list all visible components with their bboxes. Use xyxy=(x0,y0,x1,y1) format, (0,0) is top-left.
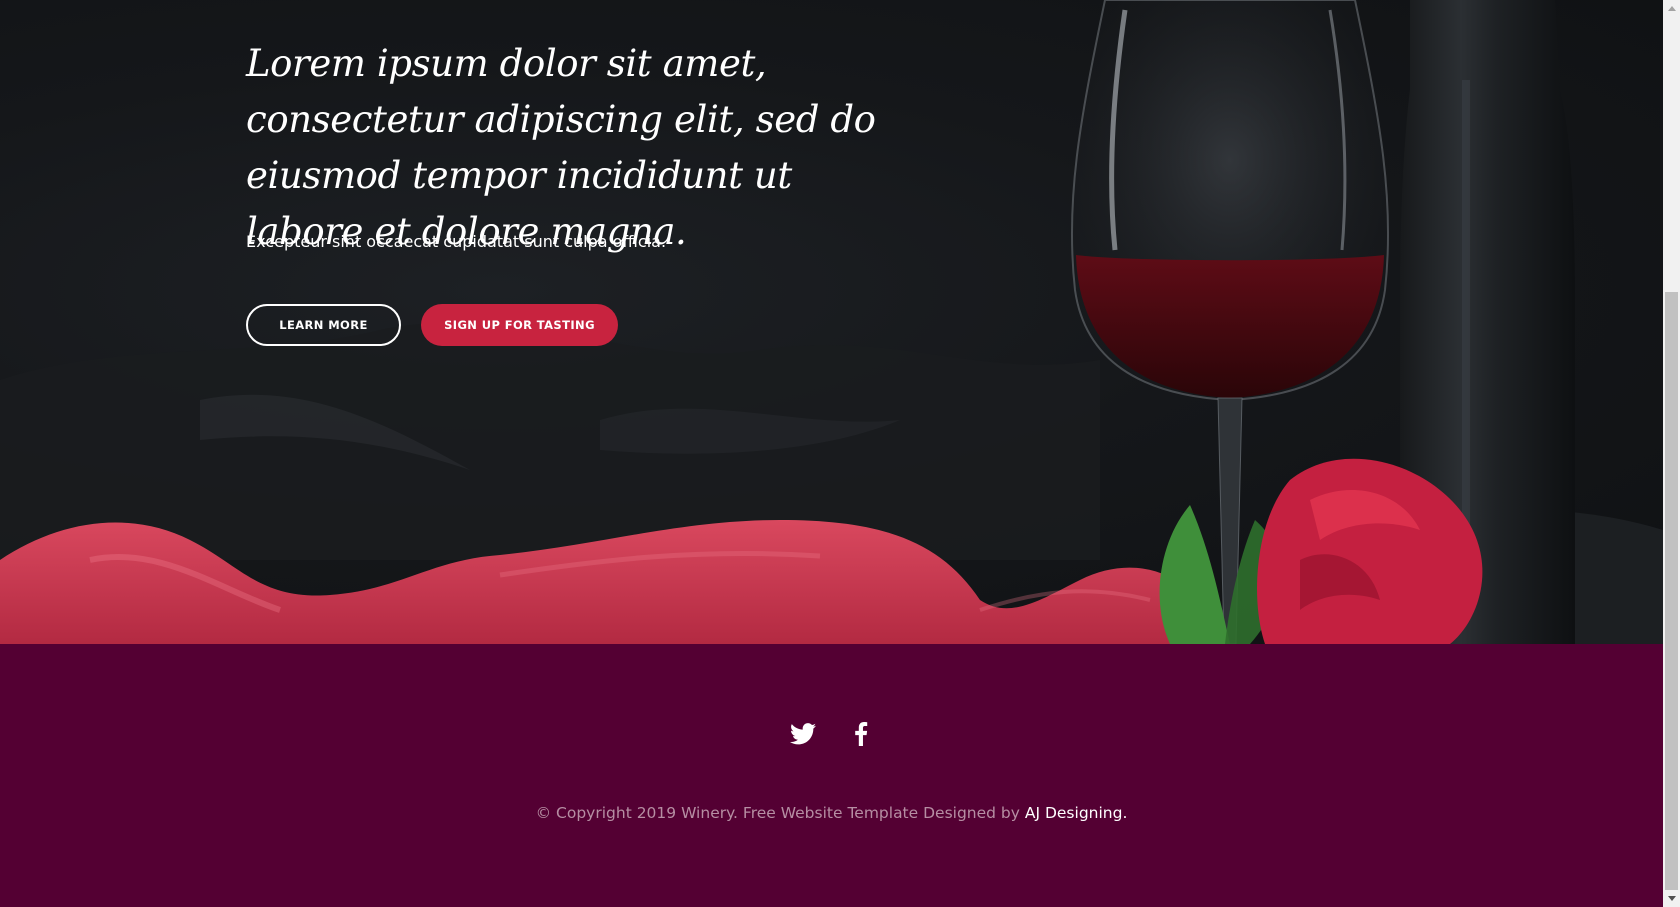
site-footer xyxy=(0,644,1663,907)
social-links xyxy=(0,720,1663,748)
twitter-icon[interactable] xyxy=(789,720,817,748)
hero-title: Lorem ipsum dolor sit amet, consectetur … xyxy=(246,42,876,253)
copyright-text: © Copyright 2019 Winery. Free Website Te… xyxy=(535,804,1025,822)
scrollbar-thumb[interactable] xyxy=(1665,292,1678,890)
scroll-up-arrow-icon[interactable] xyxy=(1663,0,1680,17)
designer-link[interactable]: AJ Designing. xyxy=(1025,804,1128,822)
vertical-scrollbar[interactable] xyxy=(1663,0,1680,907)
page-viewport: Lorem ipsum dolor sit amet, consectetur … xyxy=(0,0,1663,907)
signup-tasting-button[interactable]: SIGN UP FOR TASTING xyxy=(421,304,618,346)
hero-subtitle: Excepteur sint occaecat cupidatat sunt c… xyxy=(246,232,667,251)
learn-more-button[interactable]: LEARN MORE xyxy=(246,304,401,346)
copyright: © Copyright 2019 Winery. Free Website Te… xyxy=(0,804,1663,822)
scroll-down-arrow-icon[interactable] xyxy=(1663,890,1680,907)
facebook-icon[interactable] xyxy=(847,720,875,748)
hero-section: Lorem ipsum dolor sit amet, consectetur … xyxy=(0,0,1663,644)
